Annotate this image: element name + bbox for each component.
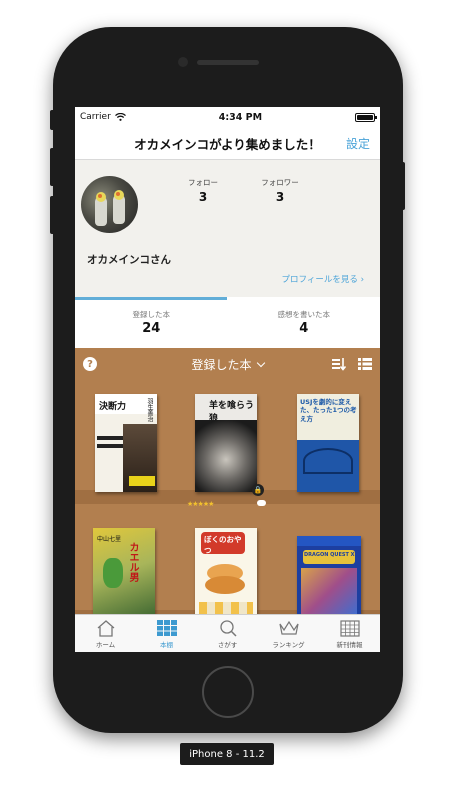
follow-label: フォロー — [188, 178, 218, 187]
book-cover[interactable]: USJを劇的に変えた、たった1つの考え方 — [297, 394, 359, 492]
cockatiel-image — [113, 190, 125, 224]
volume-up-button — [50, 148, 55, 186]
segment-label: 登録した本 — [132, 310, 171, 319]
status-time: 4:34 PM — [218, 111, 263, 123]
calendar-icon — [339, 620, 360, 637]
nav-title: オカメインコがより集めました！ — [134, 136, 321, 152]
bookshelf: ? 登録した本 決断力 羽生善治 羊を喰らう狼 🔒 USJを劇的に変えた、たった… — [75, 348, 380, 626]
frog-illustration — [103, 558, 123, 588]
comment-icon — [257, 500, 266, 506]
volume-down-button — [50, 196, 55, 234]
mute-switch — [50, 110, 55, 130]
app-screen: Carrier 4:34 PM オカメインコがより集めました！ 設定 フォロー … — [75, 107, 380, 652]
shelf-header: ? 登録した本 — [75, 348, 380, 380]
segment-count: 24 — [142, 321, 161, 336]
book-title: カエル男 — [127, 542, 138, 582]
wolf-image — [195, 420, 257, 492]
shelf-segment-control: 登録した本 24 感想を書いた本 4 — [75, 297, 380, 348]
follower-label: フォロワー — [261, 178, 299, 187]
segment-indicator — [75, 297, 227, 300]
tab-ranking[interactable]: ランキング — [258, 615, 319, 652]
battery-icon — [354, 112, 377, 122]
home-icon — [97, 620, 114, 637]
game-art — [301, 568, 357, 616]
tab-home[interactable]: ホーム — [75, 615, 136, 652]
view-profile-link[interactable]: プロフィールを見る › — [282, 273, 364, 285]
book-author: 羽生善治 — [146, 398, 153, 422]
segment-reviewed-books[interactable]: 感想を書いた本 4 — [228, 297, 381, 348]
rating-stars: ★★★★★ — [187, 500, 214, 508]
follow-stat[interactable]: フォロー 3 — [173, 177, 233, 204]
book-title: USJを劇的に変えた、たった1つの考え方 — [300, 398, 357, 423]
profile-name: オカメインコさん — [87, 254, 171, 266]
search-icon — [219, 620, 237, 637]
tab-label: 新刊情報 — [336, 641, 363, 649]
navigation-bar: オカメインコがより集めました！ 設定 — [75, 127, 380, 160]
book-cover[interactable]: ぼくのおやつ — [195, 528, 257, 626]
book-title: DRAGON QUEST XI — [304, 552, 357, 558]
list-view-icon[interactable] — [358, 357, 372, 371]
wifi-icon — [114, 113, 126, 121]
tab-label: 本棚 — [160, 641, 173, 649]
book-cover[interactable]: 中山七里 カエル男 — [93, 528, 155, 626]
power-button — [400, 162, 405, 210]
front-camera — [178, 57, 188, 67]
book-title: 決断力 — [99, 402, 127, 412]
follower-stat[interactable]: フォロワー 3 — [250, 177, 310, 204]
avatar[interactable] — [81, 176, 138, 233]
view-profile-label: プロフィールを見る — [281, 275, 358, 285]
book-cover[interactable]: 羊を喰らう狼 — [195, 394, 257, 492]
lock-icon: 🔒 — [252, 484, 264, 496]
sort-icon[interactable] — [332, 357, 346, 371]
crown-icon — [278, 620, 299, 635]
shelf-board — [75, 490, 380, 504]
tab-new-releases[interactable]: 新刊情報 — [319, 615, 380, 652]
help-icon[interactable]: ? — [83, 357, 97, 371]
profile-header: フォロー 3 フォロワー 3 オカメインコさん プロフィールを見る › — [75, 160, 380, 297]
follow-count: 3 — [198, 190, 208, 204]
bookshelf-icon — [156, 620, 177, 636]
tab-label: ランキング — [272, 641, 305, 649]
carrier-label: Carrier — [80, 112, 111, 122]
follower-count: 3 — [275, 190, 285, 204]
tab-label: さがす — [217, 641, 238, 649]
tab-label: ホーム — [95, 641, 116, 649]
chevron-right-icon: › — [360, 275, 364, 285]
chevron-down-icon — [256, 358, 265, 367]
book-title: ぼくのおやつ — [204, 535, 242, 555]
book-author: 中山七里 — [97, 536, 122, 543]
status-bar: Carrier 4:34 PM — [75, 107, 380, 127]
segment-label: 感想を書いた本 — [277, 310, 331, 319]
cockatiel-image — [95, 192, 107, 226]
segment-count: 4 — [299, 321, 309, 336]
tab-bookshelf[interactable]: 本棚 — [136, 615, 197, 652]
book-cover[interactable]: DRAGON QUEST XI — [297, 536, 361, 620]
settings-button[interactable]: 設定 — [346, 135, 370, 152]
device-label: iPhone 8 - 11.2 — [180, 743, 274, 765]
segment-registered-books[interactable]: 登録した本 24 — [75, 297, 228, 348]
earpiece-speaker — [197, 60, 259, 65]
shelf-title: 登録した本 — [191, 357, 252, 372]
home-button[interactable] — [202, 666, 254, 718]
tab-bar: ホーム 本棚 さがす ランキング 新刊情報 — [75, 614, 380, 652]
tab-search[interactable]: さがす — [197, 615, 258, 652]
book-cover[interactable]: 決断力 羽生善治 — [95, 394, 157, 492]
